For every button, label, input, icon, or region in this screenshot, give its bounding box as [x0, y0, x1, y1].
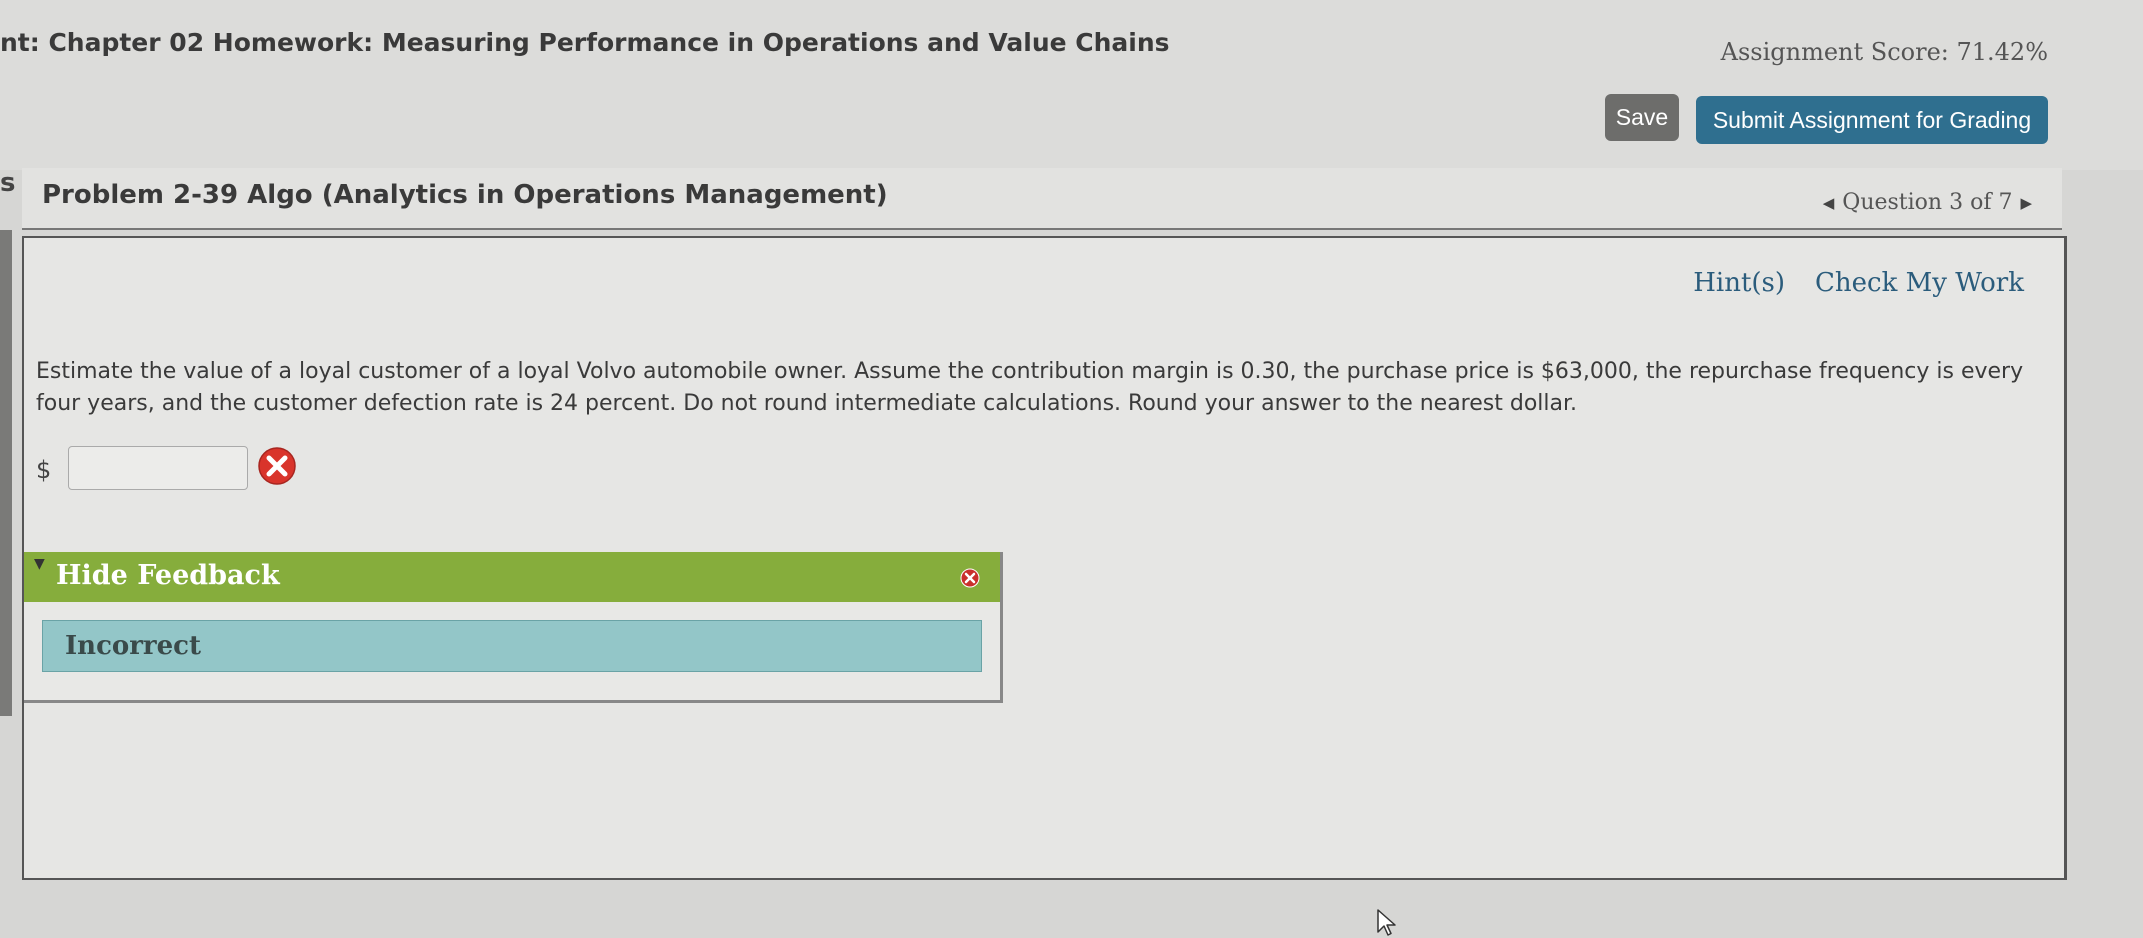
- question-counter: Question 3 of 7: [1842, 190, 2013, 215]
- prev-triangle-icon[interactable]: ◀: [1823, 194, 1835, 212]
- answer-input[interactable]: [68, 446, 248, 490]
- feedback-toggle-bar[interactable]: ▼ Hide Feedback: [24, 552, 1000, 602]
- close-icon[interactable]: [960, 568, 980, 588]
- feedback-result-text: Incorrect: [65, 631, 202, 661]
- check-my-work-link[interactable]: Check My Work: [1815, 268, 2024, 298]
- feedback-result: Incorrect: [42, 620, 982, 672]
- error-x-icon: [258, 447, 296, 485]
- hide-feedback-label: Hide Feedback: [56, 560, 280, 591]
- help-links: Hint(s) Check My Work: [1693, 268, 2024, 298]
- question-text: Estimate the value of a loyal customer o…: [36, 359, 2024, 416]
- problem-header: Problem 2-39 Algo (Analytics in Operatio…: [22, 168, 2062, 230]
- mouse-pointer-icon: [1377, 909, 1396, 936]
- assignment-header: nt: Chapter 02 Homework: Measuring Perfo…: [0, 0, 2143, 170]
- feedback-panel: ▼ Hide Feedback Incorrect: [24, 552, 1003, 703]
- assignment-score: Assignment Score: 71.42%: [1720, 38, 2048, 66]
- sidebar-edge-letter: s: [0, 168, 16, 198]
- problem-title: Problem 2-39 Algo (Analytics in Operatio…: [42, 180, 888, 210]
- question-panel: Hint(s) Check My Work Estimate the value…: [22, 236, 2067, 936]
- assignment-title: nt: Chapter 02 Homework: Measuring Perfo…: [0, 28, 1170, 57]
- question-navigator: ◀ Question 3 of 7 ▶: [1823, 190, 2032, 215]
- next-triangle-icon[interactable]: ▶: [2020, 194, 2032, 212]
- hints-link[interactable]: Hint(s): [1693, 268, 1785, 298]
- currency-symbol: $: [36, 456, 52, 484]
- save-button[interactable]: Save: [1605, 94, 1679, 141]
- submit-assignment-button[interactable]: Submit Assignment for Grading: [1696, 96, 2048, 144]
- collapse-triangle-icon: ▼: [34, 556, 45, 572]
- sidebar-edge: [0, 230, 12, 716]
